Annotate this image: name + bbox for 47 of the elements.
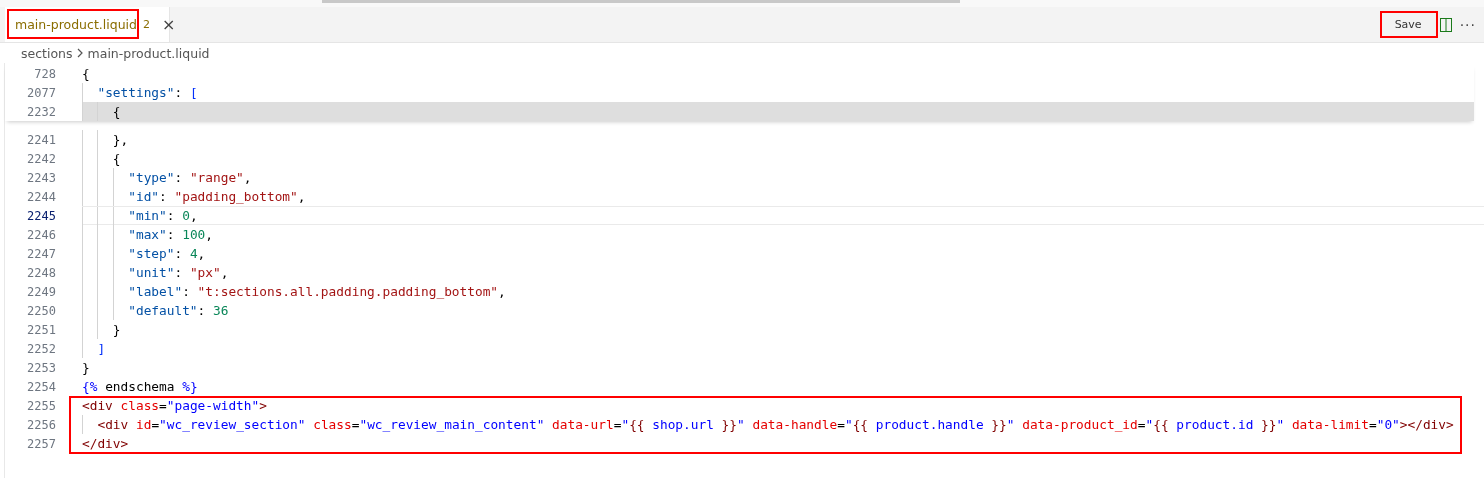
- code-line: "default": 36: [82, 301, 1484, 320]
- line-number: 2257: [26, 436, 56, 451]
- code-line: {% endschema %}: [82, 378, 199, 396]
- code-line: "min": 0,: [82, 206, 1484, 225]
- problem-count: 2: [143, 18, 150, 31]
- code-line: ]: [82, 339, 1484, 358]
- breadcrumb-item[interactable]: main-product.liquid: [87, 45, 210, 61]
- code-line: "unit": "px",: [82, 263, 1484, 282]
- code-line: "id": "padding_bottom",: [82, 187, 1484, 206]
- chevron-icon: [76, 48, 84, 58]
- line-number: 2232: [26, 104, 56, 119]
- code-line: {: [82, 149, 1484, 168]
- line-number: 2249: [26, 284, 56, 299]
- code-line: }: [82, 320, 1484, 339]
- line-number: 2254: [26, 379, 56, 394]
- split-editor-icon[interactable]: [1439, 17, 1452, 32]
- line-number: 2242: [26, 151, 56, 166]
- line-number: 2246: [26, 227, 56, 242]
- code-line: "max": 100,: [82, 225, 1484, 244]
- code-line: </div>: [82, 435, 130, 453]
- code-line: }: [82, 359, 91, 377]
- line-number: 2256: [26, 417, 56, 432]
- line-number: 2247: [26, 246, 56, 261]
- code-line: <div id="wc_review_section" class="wc_review_main_content" data-url="{{ shop.url }}" data-handle="{{ product.handle }}" data-product_id="{{ product.id }}" data-limit="0"></div>: [82, 415, 1484, 434]
- more-actions-button[interactable]: ···: [1459, 16, 1476, 33]
- code-line: {: [82, 65, 91, 83]
- code-line: "step": 4,: [82, 244, 1484, 263]
- code-line: "label": "t:sections.all.padding.padding_bottom",: [82, 282, 1484, 301]
- line-number: 2255: [26, 398, 56, 413]
- line-number: 2248: [26, 265, 56, 280]
- code-line: "settings": [: [82, 83, 1474, 102]
- breadcrumb-item[interactable]: sections: [21, 45, 73, 61]
- code-line: "type": "range",: [82, 168, 1484, 187]
- line-number: 2241: [26, 132, 56, 147]
- scrollbar[interactable]: [322, 0, 960, 3]
- line-number: 2077: [26, 85, 56, 100]
- save-button[interactable]: Save: [1380, 12, 1436, 37]
- code-line: },: [82, 130, 1484, 149]
- line-number: 2251: [26, 322, 56, 337]
- line-number: 2245: [26, 208, 56, 223]
- line-number: 2252: [26, 341, 56, 356]
- code-line: <div class="page-width">: [82, 397, 268, 415]
- line-number: 728: [33, 66, 56, 81]
- line-number: 2244: [26, 189, 56, 204]
- line-number: 2253: [26, 360, 56, 375]
- line-number: 2243: [26, 170, 56, 185]
- line-number: 2250: [26, 303, 56, 318]
